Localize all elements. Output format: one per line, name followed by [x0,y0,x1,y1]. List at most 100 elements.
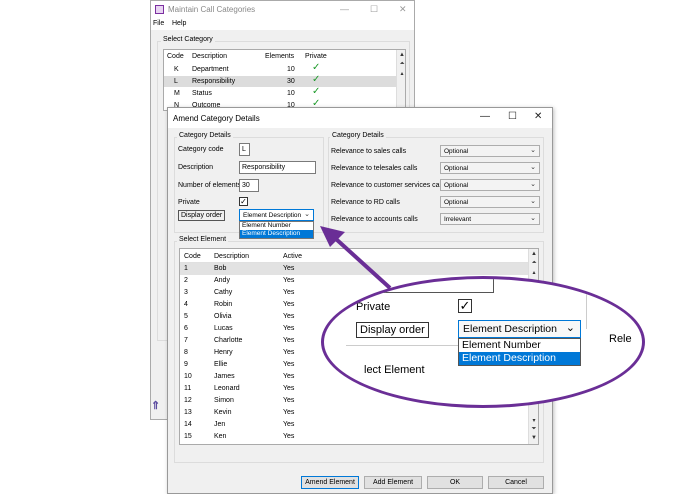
maximize-icon[interactable]: ☐ [508,111,517,122]
minimize-icon[interactable]: — [480,111,490,122]
elements-field[interactable]: 30 [239,179,259,192]
scroll-up-small-icon[interactable]: ▴ [530,269,538,276]
relevance-telesales-combo[interactable]: Optional ⌄ [440,162,540,174]
category-scrollbar[interactable]: ▲ ⏶ ▴ [396,50,405,110]
chevron-down-icon[interactable]: ⌄ [566,321,575,334]
relevance-label: Relevance to RD calls [331,199,400,206]
private-checkbox[interactable]: ✓ [239,197,248,206]
back-window-titlebar: Maintain Call Categories — ☐ ✕ [151,1,414,18]
display-order-dropdown[interactable]: Element Number Element Description [239,221,314,239]
zoom-option-element-number[interactable]: Element Number [459,339,580,352]
col-header-description[interactable]: Description [192,53,227,60]
zoom-display-order-label: Display order [356,322,429,338]
chevron-down-icon[interactable]: ⌄ [304,210,310,218]
cell-code: K [174,66,179,73]
cell-active: Yes [283,361,295,368]
cell-active: Yes [283,301,295,308]
up-arrow-icon[interactable]: ⇑ [151,399,160,412]
scroll-down-icon[interactable]: ⏷ [530,426,538,433]
display-order-combo[interactable]: Element Description ⌄ [239,209,314,221]
chevron-down-icon[interactable]: ⌄ [530,197,536,205]
scroll-up-small-icon[interactable]: ▴ [398,70,405,77]
element-row[interactable]: 14 Jen Yes [180,419,528,431]
category-code-field[interactable]: L [239,143,250,156]
element-row[interactable]: 15 Ken Yes [180,431,528,443]
check-icon: ✓ [312,74,321,85]
cell-active: Yes [283,421,295,428]
chevron-down-icon[interactable]: ⌄ [530,163,536,171]
element-row[interactable]: 13 Kevin Yes [180,407,528,419]
cell-elements: 10 [287,90,295,97]
zoom-dropdown-list[interactable]: Element Number Element Description [458,338,581,366]
col-header-elements[interactable]: Elements [265,53,294,60]
zoom-select-element-label: lect Element [364,364,425,376]
cell-description: Jen [214,421,226,428]
cell-code: 10 [184,373,192,380]
cell-description: Responsibility [192,78,236,85]
close-icon[interactable]: ✕ [534,111,542,122]
scroll-down-small-icon[interactable]: ▾ [530,417,538,424]
relevance-rd-combo[interactable]: Optional ⌄ [440,196,540,208]
menu-file[interactable]: File [153,20,164,27]
private-label: Private [178,199,200,206]
category-row[interactable]: M Status 10 ✓ [164,86,396,99]
zoom-option-element-description[interactable]: Element Description [459,352,580,365]
cell-active: Yes [283,349,295,356]
col-header-private[interactable]: Private [305,53,327,60]
check-icon: ✓ [312,86,321,97]
ok-button[interactable]: OK [427,476,483,489]
category-row-selected[interactable]: L Responsibility 30 ✓ [164,74,396,87]
relevance-value: Optional [444,199,469,206]
scroll-top-icon[interactable]: ▲ [530,251,538,257]
cell-code: 11 [184,385,192,392]
cell-active: Yes [283,325,295,332]
col-header-active[interactable]: Active [283,253,302,260]
relevance-value: Optional [444,148,469,155]
maximize-icon[interactable]: ☐ [370,4,378,15]
relevance-accounts-combo[interactable]: Irrelevant ⌄ [440,213,540,225]
scroll-up-icon[interactable]: ⏶ [530,260,538,267]
elements-label: Number of elements [178,182,242,189]
display-order-label: Display order [178,210,226,221]
cell-description: Simon [214,397,234,404]
cancel-button[interactable]: Cancel [488,476,544,489]
col-header-code[interactable]: Code [184,253,201,260]
cell-active: Yes [283,289,295,296]
zoom-callout: Private ✓ Display order Element Descript… [321,276,645,408]
cell-description: Bob [214,265,227,272]
description-field[interactable]: Responsibility [239,161,316,174]
option-element-description[interactable]: Element Description [240,230,313,238]
app-icon [155,5,164,14]
zoom-display-order-combo[interactable]: Element Description ⌄ [458,320,581,338]
chevron-down-icon[interactable]: ⌄ [530,214,536,222]
cell-active: Yes [283,433,295,440]
zoom-private-checkbox[interactable]: ✓ [458,299,472,313]
element-row-selected[interactable]: 1 Bob Yes [180,263,528,275]
relevance-sales-combo[interactable]: Optional ⌄ [440,145,540,157]
dialog-title: Amend Category Details [173,114,260,123]
scroll-top-icon[interactable]: ▲ [398,52,405,58]
amend-element-button[interactable]: Amend Element [301,476,359,489]
add-element-button[interactable]: Add Element [364,476,422,489]
cell-elements: 30 [287,78,295,85]
option-element-number[interactable]: Element Number [240,222,313,230]
relevance-customer-services-combo[interactable]: Optional ⌄ [440,179,540,191]
menu-help[interactable]: Help [172,20,186,27]
minimize-icon[interactable]: — [340,4,349,14]
relevance-label: Relevance to sales calls [331,148,407,155]
cell-elements: 10 [287,66,295,73]
cell-code: 7 [184,337,188,344]
cell-active: Yes [283,385,295,392]
close-icon[interactable]: ✕ [399,4,407,15]
col-header-description[interactable]: Description [214,253,249,260]
cell-active: Yes [283,265,295,272]
scroll-bottom-icon[interactable]: ▼ [530,435,538,441]
col-header-code[interactable]: Code [167,53,184,60]
cell-description: Lucas [214,325,233,332]
chevron-down-icon[interactable]: ⌄ [530,146,536,154]
category-details-title-left: Category Details [177,132,233,139]
category-row[interactable]: K Department 10 ✓ [164,62,396,75]
category-list[interactable]: Code Description Elements Private K Depa… [163,49,406,111]
chevron-down-icon[interactable]: ⌄ [530,180,536,188]
scroll-up-icon[interactable]: ⏶ [398,61,405,68]
